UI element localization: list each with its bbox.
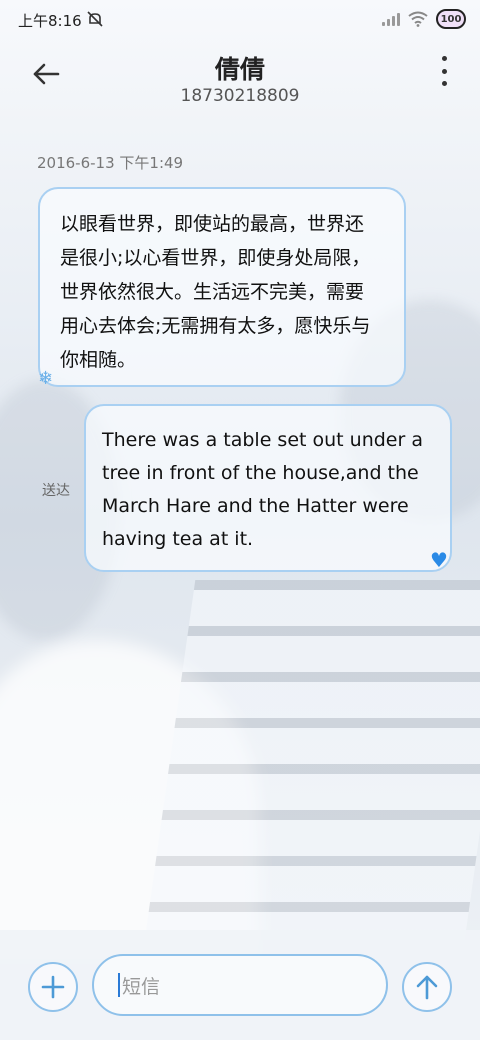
plus-icon	[41, 975, 65, 999]
mute-icon	[87, 11, 103, 27]
message-input[interactable]: 短信	[92, 954, 388, 1016]
wifi-icon	[408, 11, 428, 27]
status-time: 上午8:16	[18, 12, 82, 30]
delivery-status: 送达	[42, 483, 70, 499]
send-button[interactable]	[402, 962, 452, 1012]
message-line: 你相随。	[60, 349, 137, 371]
snowflake-icon: ❄	[38, 368, 54, 389]
outgoing-message-bubble[interactable]: There was a table set out under a tree i…	[84, 404, 452, 572]
message-line: 以眼看世界，即使站的最高，世界还	[60, 213, 365, 235]
message-line: 用心去体会;无需拥有太多，愿快乐与	[60, 315, 371, 337]
more-options-button[interactable]	[438, 56, 450, 86]
send-arrow-icon	[416, 975, 438, 1000]
incoming-message-bubble[interactable]: 以眼看世界，即使站的最高，世界还 是很小;以心看世界，即使身处局限， 世界依然很…	[38, 187, 406, 387]
contact-name: 倩倩	[214, 55, 265, 84]
signal-icon	[382, 12, 400, 26]
blue-heart-icon: ♥	[430, 548, 448, 572]
message-timestamp: 2016-6-13 下午1:49	[37, 154, 184, 172]
message-line: having tea at it.	[102, 528, 254, 550]
status-bar: 上午8:16 100	[0, 0, 480, 40]
incoming-message-text: 以眼看世界，即使站的最高，世界还 是很小;以心看世界，即使身处局限， 世界依然很…	[60, 207, 384, 377]
more-vertical-icon	[441, 56, 447, 61]
outgoing-message-text: There was a table set out under a tree i…	[102, 424, 434, 556]
text-caret	[118, 973, 120, 997]
composer-bar: 短信	[0, 930, 480, 1040]
add-attachment-button[interactable]	[28, 962, 78, 1012]
message-line: tree in front of the house,and the	[102, 462, 419, 484]
status-icons: 100	[382, 9, 466, 29]
contact-number: 18730218809	[180, 86, 300, 106]
message-line: March Hare and the Hatter were	[102, 495, 409, 517]
message-line: There was a table set out under a	[102, 429, 423, 451]
battery-text: 100	[440, 13, 462, 25]
conversation-header: 倩倩 18730218809	[0, 44, 480, 116]
message-input-placeholder: 短信	[122, 975, 161, 998]
message-line: 是很小;以心看世界，即使身处局限，	[60, 247, 371, 269]
battery-icon: 100	[436, 9, 466, 29]
message-line: 世界依然很大。生活远不完美，需要	[60, 281, 365, 303]
